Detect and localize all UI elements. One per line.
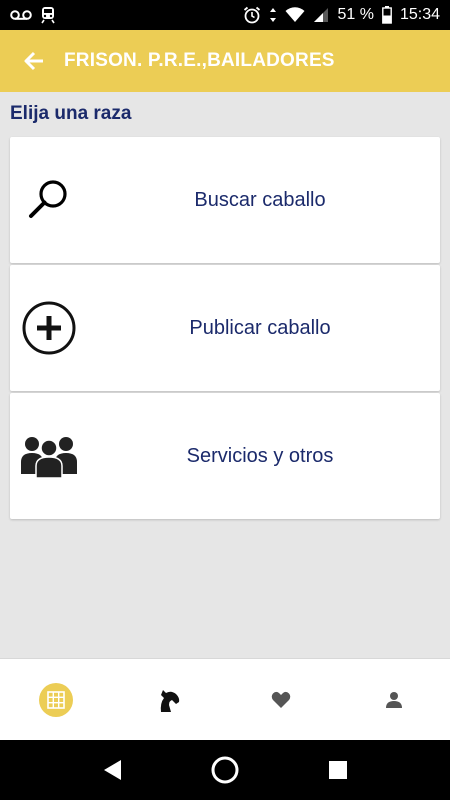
recents-nav-button[interactable] [318,750,358,790]
add-circle-icon [20,299,78,357]
app-title: FRISON. P.R.E.,BAILADORES [64,50,335,71]
card-publish-horse[interactable]: Publicar caballo [10,265,440,391]
grid-icon [47,690,66,709]
back-nav-button[interactable] [92,750,132,790]
status-left [10,6,56,24]
status-bar: 51 % 15:34 [0,0,450,30]
back-button[interactable] [20,47,48,75]
wifi-icon [285,7,305,23]
battery-percent: 51 % [337,6,374,23]
clock-time: 15:34 [399,6,440,23]
search-icon [20,171,78,229]
voicemail-icon [10,8,32,22]
heart-icon [272,691,291,708]
nav-grid[interactable] [0,659,113,740]
arrow-left-icon [24,51,43,71]
app-bar: FRISON. P.R.E.,BAILADORES [0,30,450,92]
bottom-nav [0,658,450,740]
group-icon [20,427,78,485]
nav-profile[interactable] [338,659,450,740]
card-search-horse[interactable]: Buscar caballo [10,137,440,263]
section-title: Elija una raza [10,103,132,124]
person-icon [385,691,402,708]
square-recents-icon [329,761,348,779]
horse-head-icon [160,689,179,712]
alarm-icon [243,6,261,24]
battery-icon [382,6,392,24]
card-services[interactable]: Servicios y otros [10,393,440,519]
home-nav-button[interactable] [205,750,245,790]
data-arrows-icon [269,7,277,23]
train-icon [40,6,56,24]
status-right: 51 % 15:34 [243,6,440,24]
nav-horse[interactable] [113,659,226,740]
system-nav-bar [0,740,450,800]
nav-favorites[interactable] [225,659,338,740]
nav-active-indicator [39,682,74,717]
signal-icon [313,7,329,23]
triangle-back-icon [103,760,121,780]
circle-home-icon [211,756,239,784]
